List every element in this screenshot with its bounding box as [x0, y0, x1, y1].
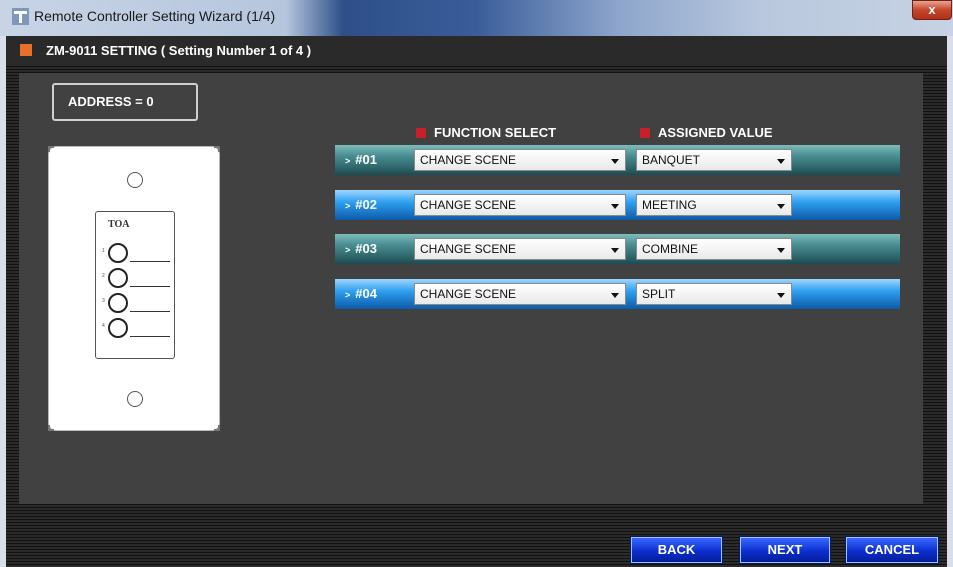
chevron-down-icon [611, 293, 619, 298]
key-button-icon [108, 268, 128, 288]
function-select-header: FUNCTION SELECT [416, 125, 556, 140]
chevron-down-icon [611, 248, 619, 253]
assigned-value-header: ASSIGNED VALUE [640, 125, 773, 140]
key-label-line [130, 311, 170, 312]
toa-logo: TOA [108, 219, 130, 230]
key-row-01: > #01 CHANGE SCENE BANQUET [335, 145, 900, 175]
chevron-down-icon [777, 248, 785, 253]
close-icon: x [928, 2, 936, 17]
key-label-line [130, 261, 170, 262]
key-number: 1 [102, 248, 105, 254]
corner-mark [214, 146, 220, 152]
function-select-dropdown[interactable]: CHANGE SCENE [414, 283, 626, 305]
chevron-down-icon [777, 204, 785, 209]
cancel-button[interactable]: CANCEL [846, 537, 938, 563]
assigned-value-dropdown[interactable]: SPLIT [636, 283, 792, 305]
chevron-right-icon: > [345, 156, 351, 166]
header-marker-icon [640, 128, 650, 138]
screw-icon [127, 172, 143, 188]
function-select-dropdown[interactable]: CHANGE SCENE [414, 149, 626, 171]
key-row-04: > #04 CHANGE SCENE SPLIT [335, 279, 900, 309]
wizard-window: Remote Controller Setting Wizard (1/4) x… [0, 0, 953, 567]
key-button-icon [108, 243, 128, 263]
next-button[interactable]: NEXT [740, 537, 830, 563]
key-label-line [130, 286, 170, 287]
row-label: #02 [355, 197, 377, 212]
close-button[interactable]: x [912, 0, 952, 20]
setting-title: ZM-9011 SETTING ( Setting Number 1 of 4 … [46, 43, 312, 58]
corner-mark [214, 425, 220, 431]
chevron-down-icon [777, 159, 785, 164]
chevron-down-icon [777, 293, 785, 298]
device-key: 2 [102, 267, 174, 289]
setting-header: ZM-9011 SETTING ( Setting Number 1 of 4 … [6, 36, 947, 66]
assigned-value-dropdown[interactable]: MEETING [636, 194, 792, 216]
client-area: ZM-9011 SETTING ( Setting Number 1 of 4 … [6, 36, 947, 567]
device-key: 4 [102, 317, 174, 339]
key-button-icon [108, 318, 128, 338]
header-marker-icon [20, 44, 32, 56]
header-marker-icon [416, 128, 426, 138]
chevron-down-icon [611, 204, 619, 209]
chevron-right-icon: > [345, 201, 351, 211]
key-number: 2 [102, 273, 105, 279]
chevron-right-icon: > [345, 245, 351, 255]
settings-panel: ADDRESS = 0 TOA 1 2 3 4 FUNCTION SELECT … [19, 73, 923, 504]
key-plate: TOA 1 2 3 4 [95, 211, 175, 359]
key-label-line [130, 336, 170, 337]
address-display: ADDRESS = 0 [52, 83, 198, 121]
key-row-03: > #03 CHANGE SCENE COMBINE [335, 234, 900, 264]
key-number: 4 [102, 323, 105, 329]
corner-mark [48, 146, 54, 152]
row-label: #01 [355, 152, 377, 167]
assigned-value-dropdown[interactable]: COMBINE [636, 238, 792, 260]
device-key: 1 [102, 242, 174, 264]
key-number: 3 [102, 298, 105, 304]
key-row-02: > #02 CHANGE SCENE MEETING [335, 190, 900, 220]
function-select-dropdown[interactable]: CHANGE SCENE [414, 194, 626, 216]
corner-mark [48, 425, 54, 431]
key-button-icon [108, 293, 128, 313]
assigned-value-dropdown[interactable]: BANQUET [636, 149, 792, 171]
row-label: #04 [355, 286, 377, 301]
chevron-down-icon [611, 159, 619, 164]
back-button[interactable]: BACK [631, 537, 722, 563]
remote-controller-image: TOA 1 2 3 4 [48, 146, 220, 431]
function-select-dropdown[interactable]: CHANGE SCENE [414, 238, 626, 260]
window-title: Remote Controller Setting Wizard (1/4) [34, 8, 276, 24]
row-label: #03 [355, 241, 377, 256]
title-bar[interactable]: Remote Controller Setting Wizard (1/4) x [0, 0, 953, 36]
chevron-right-icon: > [345, 290, 351, 300]
screw-icon [127, 391, 143, 407]
device-key: 3 [102, 292, 174, 314]
app-icon [12, 8, 29, 25]
